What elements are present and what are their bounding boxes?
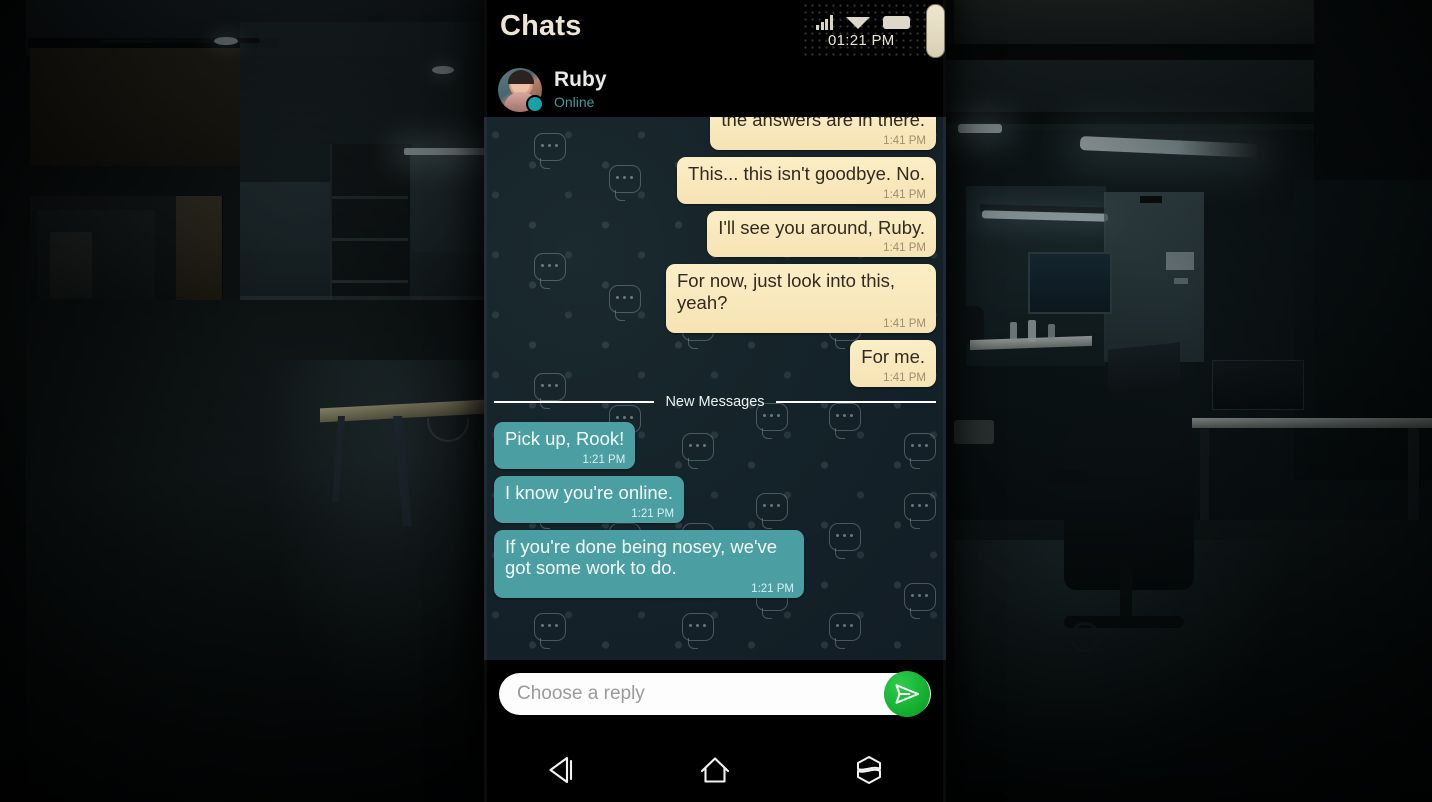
page-title: Chats bbox=[500, 10, 582, 42]
message-bubble[interactable]: I know you're online. 1:21 PM bbox=[494, 475, 685, 523]
message-bubble[interactable]: For now, just look into this, yeah? 1:41… bbox=[666, 264, 936, 334]
contact-name: Ruby bbox=[554, 68, 607, 92]
message-scroll-container[interactable]: the answers are in there. 1:41 PM This..… bbox=[484, 117, 946, 660]
message-text: the answers are in there. bbox=[721, 117, 925, 130]
avatar[interactable] bbox=[498, 67, 544, 113]
table-row[interactable]: I know you're online. 1:21 PM bbox=[494, 475, 936, 523]
message-bubble[interactable]: Pick up, Rook! 1:21 PM bbox=[494, 421, 636, 469]
message-bubble[interactable]: the answers are in there. 1:41 PM bbox=[710, 117, 936, 150]
android-navigation-bar bbox=[484, 738, 946, 802]
message-time: 1:21 PM bbox=[751, 583, 794, 596]
screenshot-stage: Chats 01:21 PM Ruby Online the answers a… bbox=[0, 0, 1432, 802]
phone-left-edge bbox=[484, 0, 487, 802]
table-row[interactable]: If you're done being nosey, we've got so… bbox=[494, 529, 936, 599]
message-text: For now, just look into this, yeah? bbox=[677, 270, 895, 314]
message-time: 1:21 PM bbox=[582, 453, 626, 466]
divider-line-left bbox=[494, 400, 655, 404]
table-row[interactable]: I'll see you around, Ruby. 1:41 PM bbox=[494, 210, 936, 258]
message-bubble[interactable]: I'll see you around, Ruby. 1:41 PM bbox=[707, 210, 936, 258]
message-time: 1:41 PM bbox=[883, 318, 926, 331]
message-text: This... this isn't goodbye. No. bbox=[688, 162, 925, 184]
divider-label: New Messages bbox=[665, 393, 765, 410]
table-row[interactable]: Pick up, Rook! 1:21 PM bbox=[494, 421, 936, 469]
table-row[interactable]: the answers are in there. 1:41 PM bbox=[494, 117, 936, 150]
send-paper-plane-icon bbox=[895, 684, 920, 704]
message-text: For me. bbox=[861, 346, 925, 368]
message-time: 1:21 PM bbox=[631, 507, 675, 520]
send-button[interactable] bbox=[884, 671, 930, 717]
message-text: I know you're online. bbox=[505, 481, 674, 503]
contact-status: Online bbox=[554, 93, 595, 110]
chat-message-list[interactable]: the answers are in there. 1:41 PM This..… bbox=[484, 117, 946, 660]
recents-button[interactable] bbox=[839, 747, 899, 793]
battery-icon bbox=[882, 16, 910, 29]
table-row[interactable]: For me. 1:41 PM bbox=[494, 340, 936, 387]
message-text: If you're done being nosey, we've got so… bbox=[505, 535, 778, 579]
message-time: 1:41 PM bbox=[883, 371, 926, 384]
message-time: 1:41 PM bbox=[883, 134, 926, 147]
signal-icon bbox=[816, 15, 833, 30]
back-button[interactable] bbox=[531, 747, 591, 793]
contact-info: Ruby Online bbox=[554, 68, 607, 110]
status-bar: 01:21 PM bbox=[802, 2, 934, 56]
message-time: 1:41 PM bbox=[883, 242, 926, 255]
home-icon bbox=[700, 757, 730, 783]
table-row[interactable]: For now, just look into this, yeah? 1:41… bbox=[494, 264, 936, 334]
reply-input-container[interactable]: Choose a reply bbox=[499, 671, 931, 717]
phone-screen: Chats 01:21 PM Ruby Online the answers a… bbox=[484, 0, 946, 802]
phone-right-edge bbox=[943, 0, 946, 802]
app-header: Chats 01:21 PM Ruby Online bbox=[484, 0, 946, 117]
message-time: 1:41 PM bbox=[883, 188, 926, 201]
message-bubble[interactable]: This... this isn't goodbye. No. 1:41 PM bbox=[677, 156, 936, 204]
back-icon bbox=[549, 756, 573, 784]
status-time: 01:21 PM bbox=[828, 32, 895, 49]
composer-bar: Choose a reply bbox=[484, 660, 946, 738]
message-text: Pick up, Rook! bbox=[505, 427, 625, 449]
avatar-hair bbox=[508, 69, 534, 84]
table-row[interactable]: This... this isn't goodbye. No. 1:41 PM bbox=[494, 156, 936, 204]
contact-header[interactable]: Ruby Online bbox=[484, 62, 946, 117]
status-icons bbox=[816, 12, 910, 30]
home-button[interactable] bbox=[685, 747, 745, 793]
wifi-icon bbox=[845, 17, 870, 29]
recents-icon bbox=[857, 756, 881, 784]
search-input[interactable]: Choose a reply bbox=[517, 683, 645, 705]
new-messages-divider: New Messages bbox=[494, 394, 936, 410]
message-bubble[interactable]: If you're done being nosey, we've got so… bbox=[494, 529, 804, 599]
message-text: I'll see you around, Ruby. bbox=[718, 216, 925, 238]
message-bubble[interactable]: For me. 1:41 PM bbox=[850, 340, 936, 387]
divider-line-right bbox=[775, 400, 936, 404]
online-status-dot bbox=[526, 94, 544, 113]
